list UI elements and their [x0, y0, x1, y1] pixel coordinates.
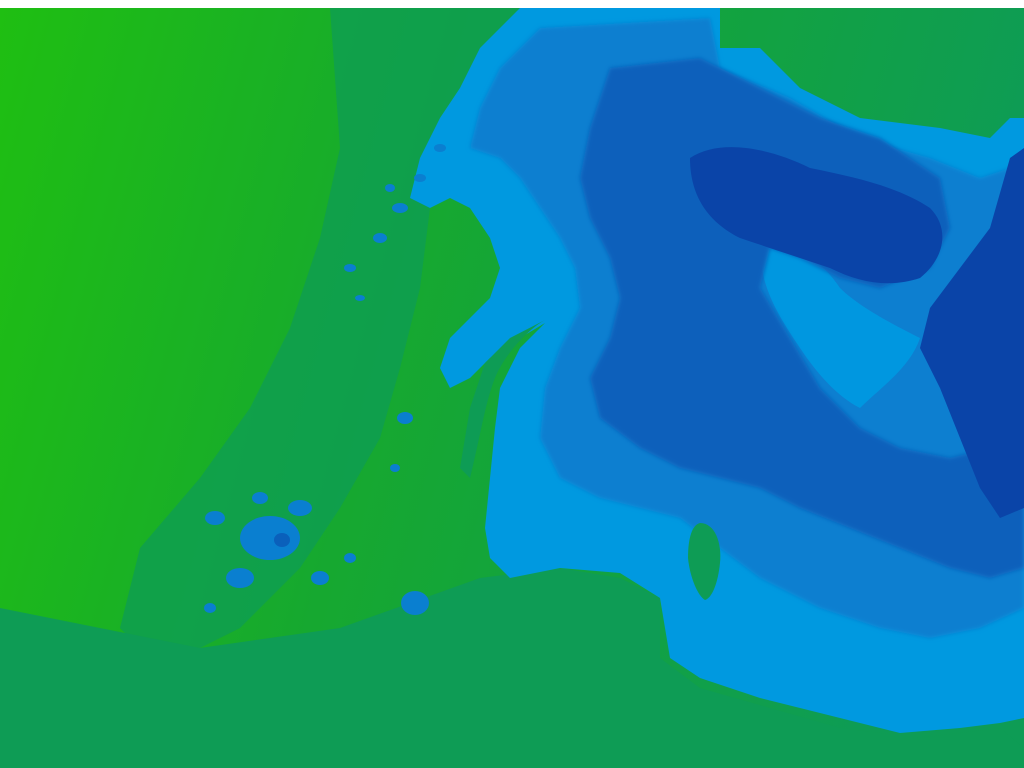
deep-lake	[274, 533, 290, 547]
terrain-map-viewport[interactable]	[0, 8, 1024, 768]
terrain-map	[0, 8, 1024, 768]
